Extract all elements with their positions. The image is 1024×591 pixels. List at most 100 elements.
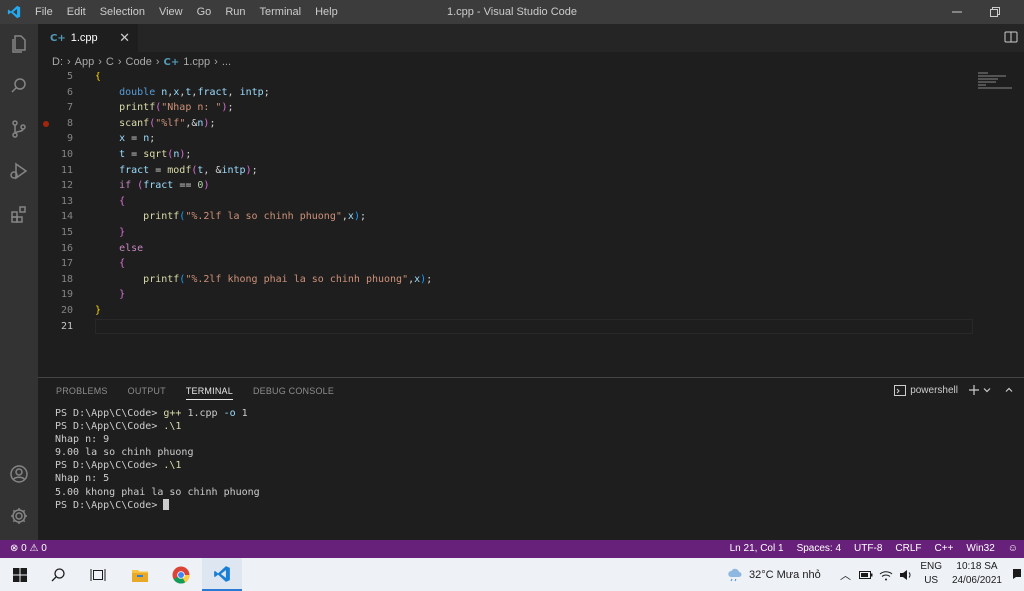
menu-run[interactable]: Run (218, 0, 252, 24)
chevron-up-icon[interactable] (1004, 385, 1014, 395)
task-view-icon (90, 568, 106, 581)
code-token: intp (221, 164, 246, 176)
code-line[interactable]: 8 scanf("%lf",&n); (38, 116, 978, 132)
volume-icon[interactable] (899, 569, 913, 581)
system-tray-icons: ︿ (840, 558, 913, 591)
menu-help[interactable]: Help (308, 0, 345, 24)
manage-button[interactable] (0, 497, 38, 535)
terminal-line: PS D:\App\C\Code> .\1 (55, 420, 260, 433)
extensions-button[interactable] (0, 195, 38, 233)
line-code: { (95, 194, 125, 210)
code-line[interactable]: 9 x = n; (38, 131, 978, 147)
folder-icon (132, 569, 148, 582)
code-token: "Nhap n: " (161, 102, 222, 114)
code-line[interactable]: 13 { (38, 194, 978, 210)
code-editor[interactable]: 5{6 double n,x,t,fract, intp; 7 printf("N… (38, 72, 1024, 377)
indentation[interactable]: Spaces: 4 (797, 540, 841, 558)
input-language[interactable]: ENG US (920, 560, 942, 588)
file-explorer-taskbar-button[interactable] (120, 558, 160, 591)
minimap[interactable] (978, 72, 1014, 98)
code-line[interactable]: 14 printf("%.2lf la so chinh phuong",x); (38, 209, 978, 225)
wifi-icon[interactable] (879, 569, 893, 581)
code-line[interactable]: 15 } (38, 225, 978, 241)
menu-file[interactable]: File (28, 0, 60, 24)
run-debug-button[interactable] (0, 152, 38, 190)
cursor-position[interactable]: Ln 21, Col 1 (730, 540, 784, 558)
line-number: 8 (66, 117, 73, 129)
code-line[interactable]: 6 double n,x,t,fract, intp; (38, 85, 978, 101)
breadcrumb-item-file[interactable]: 1.cpp (183, 56, 210, 68)
gear-icon (11, 508, 27, 524)
code-line[interactable]: 18 printf("%.2lf khong phai la so chinh … (38, 272, 978, 288)
accounts-button[interactable] (0, 455, 38, 493)
battery-icon[interactable] (859, 570, 873, 580)
terminal-line: Nhap n: 9 (55, 433, 260, 446)
start-button[interactable] (0, 558, 40, 591)
menu-terminal[interactable]: Terminal (253, 0, 309, 24)
line-code: { (95, 256, 125, 272)
end-of-line[interactable]: CRLF (895, 540, 921, 558)
search-button[interactable] (0, 67, 38, 105)
menu-view[interactable]: View (152, 0, 190, 24)
code-line[interactable]: 5{ (38, 72, 978, 85)
encoding[interactable]: UTF-8 (854, 540, 882, 558)
line-number: 7 (66, 102, 73, 114)
menu-go[interactable]: Go (190, 0, 219, 24)
problems-indicator[interactable]: ⊗ 0 ⚠ 0 (10, 540, 47, 558)
close-tab-icon[interactable]: ✕ (119, 30, 130, 46)
account-icon (10, 465, 28, 483)
chevron-down-icon[interactable] (982, 385, 992, 395)
notifications-icon[interactable] (1012, 568, 1022, 580)
panel-tab-output[interactable]: OUTPUT (128, 386, 166, 400)
code-line[interactable]: 21 (38, 318, 978, 335)
vscode-taskbar-button[interactable] (202, 558, 242, 591)
restore-button[interactable] (976, 0, 1014, 24)
source-control-button[interactable] (0, 110, 38, 148)
cpp-configuration[interactable]: Win32 (966, 540, 994, 558)
breadcrumb-item-code[interactable]: Code (126, 56, 152, 68)
split-editor-icon[interactable] (1004, 30, 1018, 44)
code-line[interactable]: 16 else (38, 241, 978, 257)
code-token: = (125, 149, 144, 160)
warning-icon: ⚠ (29, 543, 39, 554)
breadcrumb-item-c[interactable]: C (106, 56, 114, 68)
line-number: 13 (60, 195, 73, 207)
code-line[interactable]: 20} (38, 303, 978, 319)
code-line[interactable]: 7 printf("Nhap n: "); (38, 100, 978, 116)
taskbar-search-button[interactable] (38, 558, 78, 591)
vscode-logo-icon[interactable] (0, 0, 28, 24)
clock[interactable]: 10:18 SA 24/06/2021 (952, 560, 1002, 588)
line-number: 11 (60, 164, 73, 176)
code-line[interactable]: 12 if (fract == 0) (38, 178, 978, 194)
editor-tab-1cpp[interactable]: C+ 1.cpp ✕ (38, 24, 138, 52)
terminal-shell-selector[interactable]: powershell (894, 384, 958, 396)
explorer-button[interactable] (0, 24, 38, 62)
breadcrumb-item-drive[interactable]: D: (52, 56, 63, 68)
weather-widget[interactable]: 32°C Mưa nhỏ (727, 558, 821, 591)
chrome-taskbar-button[interactable] (161, 558, 201, 591)
breadcrumb-item-app[interactable]: App (75, 56, 95, 68)
minimize-button[interactable] (938, 0, 976, 24)
panel-tab-problems[interactable]: PROBLEMS (56, 386, 108, 400)
code-line[interactable]: 19 } (38, 287, 978, 303)
line-number: 6 (66, 86, 73, 98)
breadcrumb-item-symbols[interactable]: ... (222, 56, 231, 68)
task-view-button[interactable] (78, 558, 118, 591)
code-line[interactable]: 11 fract = modf(t, &intp); (38, 163, 978, 179)
code-line[interactable]: 10 t = sqrt(n); (38, 147, 978, 163)
feedback-icon[interactable]: ☺ (1008, 540, 1018, 558)
menu-selection[interactable]: Selection (93, 0, 152, 24)
panel-tab-debug-console[interactable]: DEBUG CONSOLE (253, 386, 334, 400)
terminal-text: .\1 (163, 460, 182, 472)
panel-tab-terminal[interactable]: TERMINAL (185, 386, 233, 400)
language-mode[interactable]: C++ (935, 540, 954, 558)
menu-edit[interactable]: Edit (60, 0, 93, 24)
chevron-up-icon[interactable]: ︿ (840, 567, 851, 583)
terminal-output[interactable]: PS D:\App\C\Code> g++ 1.cpp -o 1 PS D:\Ap… (55, 407, 260, 512)
code-line[interactable]: 17 { (38, 256, 978, 272)
new-terminal-icon[interactable] (968, 384, 980, 396)
terminal-line: Nhap n: 5 (55, 472, 260, 485)
